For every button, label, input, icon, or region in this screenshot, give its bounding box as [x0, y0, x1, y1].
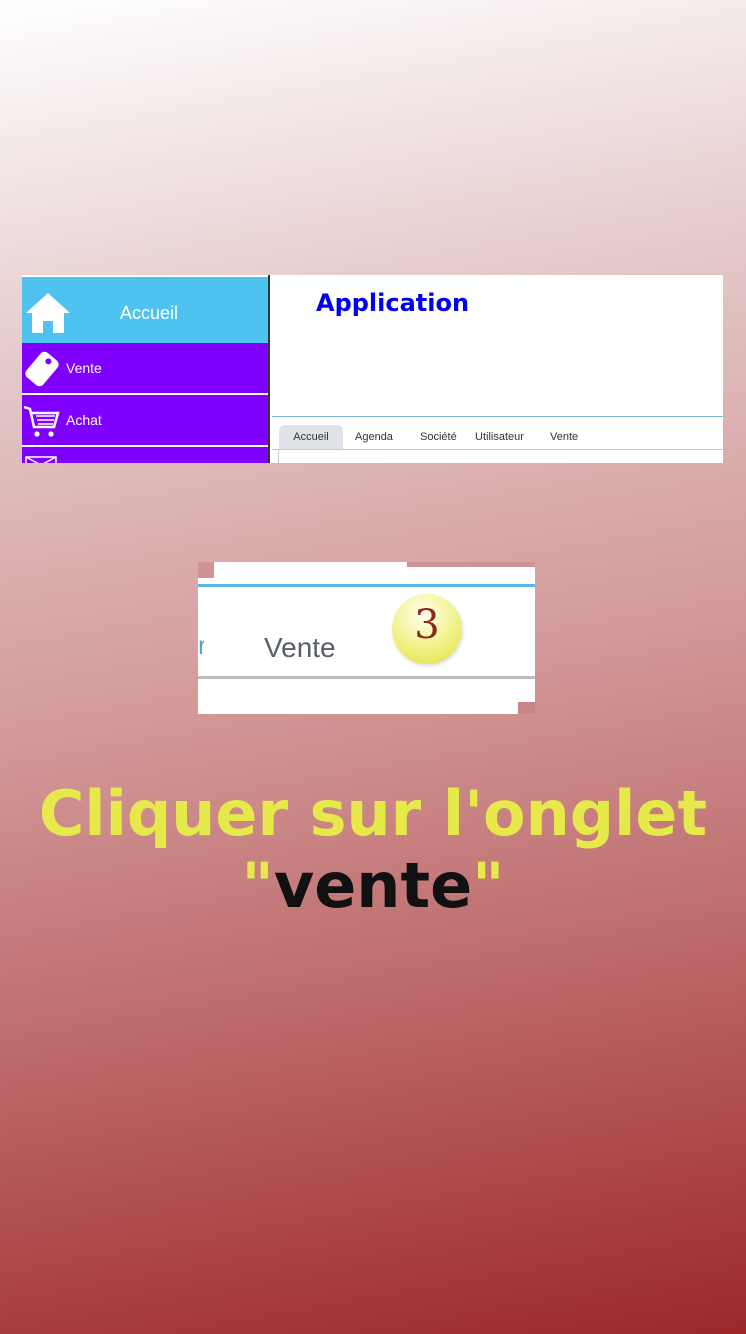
caption-quote-open: " — [241, 849, 274, 922]
tab-vente[interactable]: Vente — [550, 431, 578, 443]
sidebar-item-achat[interactable]: Achat — [22, 395, 268, 445]
zoom-callout: r Vente 3 — [198, 562, 535, 714]
sidebar-item-partial[interactable] — [22, 447, 268, 463]
tab-societe[interactable]: Société — [420, 431, 457, 443]
ribbon-top-line — [272, 416, 723, 417]
sidebar-home-tile[interactable]: Accueil — [22, 277, 268, 343]
sidebar-item-vente[interactable]: Vente — [22, 343, 268, 393]
tag-icon — [25, 351, 59, 387]
zoom-tabbar-divider — [198, 676, 535, 679]
sidebar: Accueil Vente Achat — [22, 275, 268, 463]
tab-accueil[interactable]: Accueil — [279, 425, 343, 449]
caption-line-2: "vente" — [0, 850, 746, 922]
zoom-previous-tab-fragment: r — [198, 632, 204, 658]
envelope-icon — [25, 456, 57, 463]
tab-agenda[interactable]: Agenda — [355, 431, 393, 443]
sidebar-item-label: Achat — [66, 412, 102, 428]
tab-content-border — [278, 450, 279, 463]
tabbar-divider — [272, 449, 723, 450]
caption-line-1: Cliquer sur l'onglet — [38, 777, 708, 850]
home-icon — [26, 293, 70, 333]
sidebar-divider — [268, 275, 270, 463]
zoom-edge — [198, 562, 214, 578]
tab-utilisateur[interactable]: Utilisateur — [475, 431, 524, 443]
caption-quote-close: " — [472, 849, 505, 922]
zoom-ribbon-line — [198, 584, 535, 587]
zoom-edge — [407, 562, 535, 567]
zoom-tab-vente[interactable]: Vente — [264, 632, 336, 664]
app-title: Application — [316, 289, 470, 317]
step-number: 3 — [414, 602, 440, 648]
app-screenshot: Accueil Vente Achat Application Accueil … — [22, 275, 723, 463]
sidebar-item-label: Vente — [66, 360, 102, 376]
cart-icon — [23, 405, 60, 437]
zoom-edge — [518, 702, 535, 714]
instruction-caption: Cliquer sur l'onglet "vente" — [0, 778, 746, 922]
caption-keyword: vente — [273, 849, 473, 922]
step-badge: 3 — [392, 594, 462, 664]
sidebar-home-label: Accueil — [120, 303, 179, 323]
